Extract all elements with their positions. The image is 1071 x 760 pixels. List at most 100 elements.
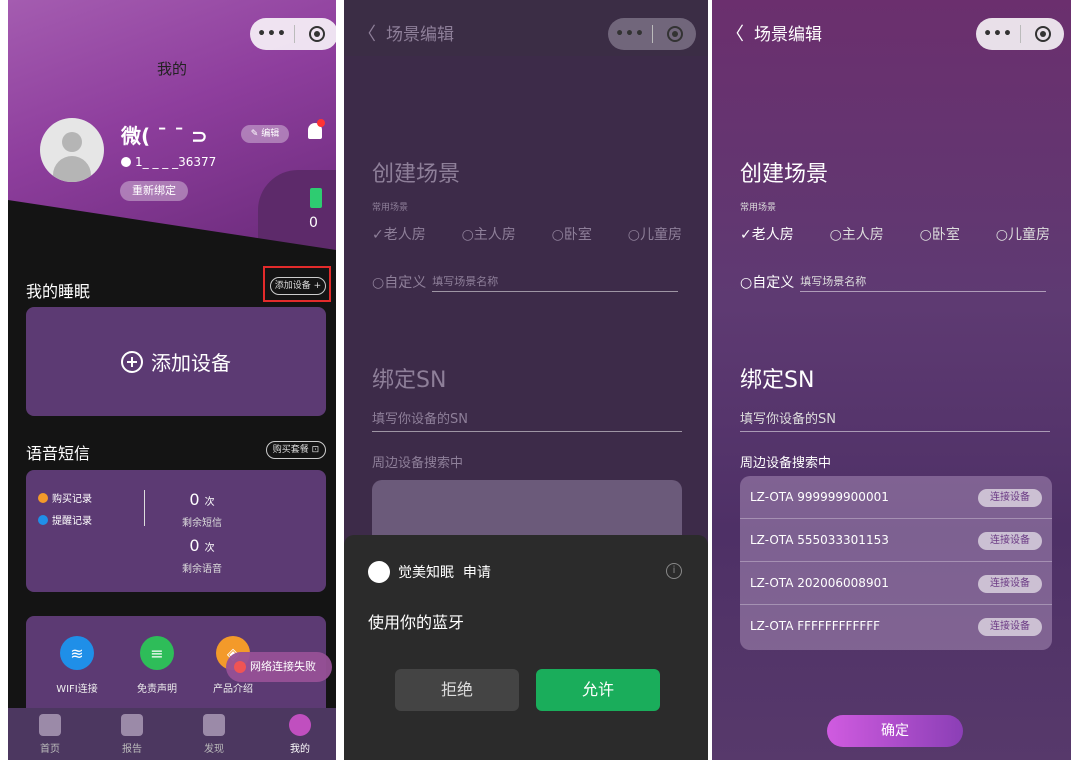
option-master-room[interactable]: ○主人房 xyxy=(462,224,516,244)
battery-icon xyxy=(310,188,322,208)
reminder-record-label: 提醒记录 xyxy=(52,516,92,527)
edit-profile-button[interactable]: ✎ 编辑 xyxy=(241,125,289,143)
nav-bar: 〈 场景编辑 ••• xyxy=(712,0,1071,56)
wifi-tool[interactable]: ≋ WIFI连接 xyxy=(42,636,112,695)
custom-radio[interactable]: ○自定义 xyxy=(740,272,794,292)
reminder-icon xyxy=(38,515,48,525)
add-device-card[interactable]: 添加设备 xyxy=(26,307,326,416)
custom-scene-row: ○自定义 填写场景名称 xyxy=(740,272,1047,292)
reminder-record-link[interactable]: 提醒记录 xyxy=(38,512,92,527)
device-name: LZ-OTA 202006008901 xyxy=(750,576,889,590)
disclaimer-label: 免责声明 xyxy=(137,684,177,695)
sms-count-value: 0 xyxy=(189,490,200,509)
deny-button[interactable]: 拒绝 xyxy=(395,669,519,711)
sms-card: 购买记录 提醒记录 0 次 剩余短信 0 次 剩余语音 xyxy=(26,470,326,592)
back-icon[interactable]: 〈 xyxy=(726,20,744,46)
option-elder-room[interactable]: ✓老人房 xyxy=(372,224,426,244)
scene-edit-panel: 〈 场景编辑 ••• 创建场景 常用场景 ✓老人房 ○主人房 ○卧室 ○儿童房 … xyxy=(712,0,1071,760)
product-label: 产品介绍 xyxy=(213,684,253,695)
sms-count: 0 次 xyxy=(152,490,252,509)
plus-circle-icon xyxy=(121,350,143,373)
back-icon[interactable]: 〈 xyxy=(358,20,376,46)
nav-title: 场景编辑 xyxy=(386,25,454,45)
discover-icon xyxy=(203,714,225,736)
connect-device-button[interactable]: 连接设备 xyxy=(978,618,1042,636)
option-kids-room[interactable]: ○儿童房 xyxy=(996,224,1050,244)
device-row: LZ-OTA 999999900001 连接设备 xyxy=(740,476,1052,519)
tab-discover[interactable]: 发现 xyxy=(184,714,244,755)
bind-sn-title: 绑定SN xyxy=(372,368,447,393)
phone-text: 1_ _ _ _36377 xyxy=(135,155,217,169)
tab-home[interactable]: 首页 xyxy=(20,714,80,755)
tab-report-label: 报告 xyxy=(122,744,142,755)
more-icon[interactable]: ••• xyxy=(976,26,1020,42)
voice-count-value: 0 xyxy=(189,536,200,555)
voice-remaining-label: 剩余语音 xyxy=(182,564,222,575)
scene-edit-panel-dimmed: 〈 场景编辑 ••• 创建场景 常用场景 ✓老人房 ○主人房 ○卧室 ○儿童房 … xyxy=(344,0,708,760)
document-icon: ≡ xyxy=(140,636,174,670)
page-title: 我的 xyxy=(156,60,187,78)
voice-sms-title: 语音短信 xyxy=(26,444,91,463)
close-miniapp-icon[interactable] xyxy=(1021,26,1064,42)
searching-label: 周边设备搜索中 xyxy=(740,456,832,471)
option-bedroom[interactable]: ○卧室 xyxy=(920,224,960,244)
permission-request: 使用你的蓝牙 xyxy=(368,613,465,632)
custom-scene-input[interactable]: 填写场景名称 xyxy=(800,273,1047,292)
close-miniapp-icon[interactable] xyxy=(653,26,696,42)
option-bedroom[interactable]: ○卧室 xyxy=(552,224,592,244)
voice-count: 0 次 xyxy=(152,536,252,555)
connect-device-button[interactable]: 连接设备 xyxy=(978,575,1042,593)
more-icon[interactable]: ••• xyxy=(608,26,652,42)
app-logo-icon xyxy=(368,561,390,583)
wifi-icon: ≋ xyxy=(60,636,94,670)
tab-mine[interactable]: 我的 xyxy=(270,714,330,755)
avatar[interactable] xyxy=(40,118,104,182)
miniapp-capsule[interactable]: ••• xyxy=(608,18,696,50)
disclaimer-tool[interactable]: ≡ 免责声明 xyxy=(122,636,192,695)
close-miniapp-icon[interactable] xyxy=(295,26,336,42)
device-row: LZ-OTA FFFFFFFFFFFF 连接设备 xyxy=(740,605,1052,648)
warning-icon xyxy=(234,661,246,673)
common-scene-label: 常用场景 xyxy=(740,203,777,213)
miniapp-capsule[interactable]: ••• xyxy=(976,18,1064,50)
searching-label: 周边设备搜索中 xyxy=(372,456,464,471)
bell-icon[interactable] xyxy=(308,119,325,139)
connect-device-button[interactable]: 连接设备 xyxy=(978,532,1042,550)
tab-mine-label: 我的 xyxy=(290,744,310,755)
custom-scene-row: ○自定义 填写场景名称 xyxy=(372,272,679,292)
nickname: 微( ¯ ¯ ⊃ xyxy=(121,124,208,148)
scene-options: ✓老人房 ○主人房 ○卧室 ○儿童房 xyxy=(740,224,1050,244)
apply-label: 申请 xyxy=(462,565,491,581)
bluetooth-permission-sheet: 觉美知眠 申请 i 使用你的蓝牙 拒绝 允许 xyxy=(344,535,708,760)
edit-label: 编辑 xyxy=(261,129,280,139)
buy-package-chip[interactable]: 购买套餐 ⊡ xyxy=(266,441,326,459)
sn-input[interactable]: 填写你设备的SN xyxy=(740,408,1050,432)
voice-count-unit: 次 xyxy=(204,543,215,554)
sn-input[interactable]: 填写你设备的SN xyxy=(372,408,682,432)
create-scene-title: 创建场景 xyxy=(740,162,829,187)
custom-scene-input[interactable]: 填写场景名称 xyxy=(432,273,679,292)
device-row: LZ-OTA 555033301153 连接设备 xyxy=(740,519,1052,562)
connect-device-button[interactable]: 连接设备 xyxy=(978,489,1042,507)
tab-bar: 首页 报告 发现 我的 xyxy=(8,708,336,760)
option-kids-room[interactable]: ○儿童房 xyxy=(628,224,682,244)
purchase-record-link[interactable]: 购买记录 xyxy=(38,490,92,505)
tab-report[interactable]: 报告 xyxy=(102,714,162,755)
info-icon[interactable]: i xyxy=(666,563,682,579)
purchase-record-label: 购买记录 xyxy=(52,494,92,505)
bind-sn-title: 绑定SN xyxy=(740,368,815,393)
custom-radio[interactable]: ○自定义 xyxy=(372,272,426,292)
allow-button[interactable]: 允许 xyxy=(536,669,660,711)
permission-header: 觉美知眠 申请 xyxy=(368,561,491,583)
sms-remaining-label: 剩余短信 xyxy=(182,518,222,529)
highlight-box xyxy=(263,266,331,302)
option-elder-room[interactable]: ✓老人房 xyxy=(740,224,794,244)
more-icon[interactable]: ••• xyxy=(250,26,294,42)
network-error-toast: 网络连接失败 xyxy=(226,652,332,682)
option-master-room[interactable]: ○主人房 xyxy=(830,224,884,244)
phone-icon xyxy=(121,157,131,167)
rebind-button[interactable]: 重新绑定 xyxy=(120,181,188,201)
miniapp-capsule[interactable]: ••• xyxy=(250,18,336,50)
tab-discover-label: 发现 xyxy=(204,744,224,755)
confirm-button[interactable]: 确定 xyxy=(827,715,963,747)
